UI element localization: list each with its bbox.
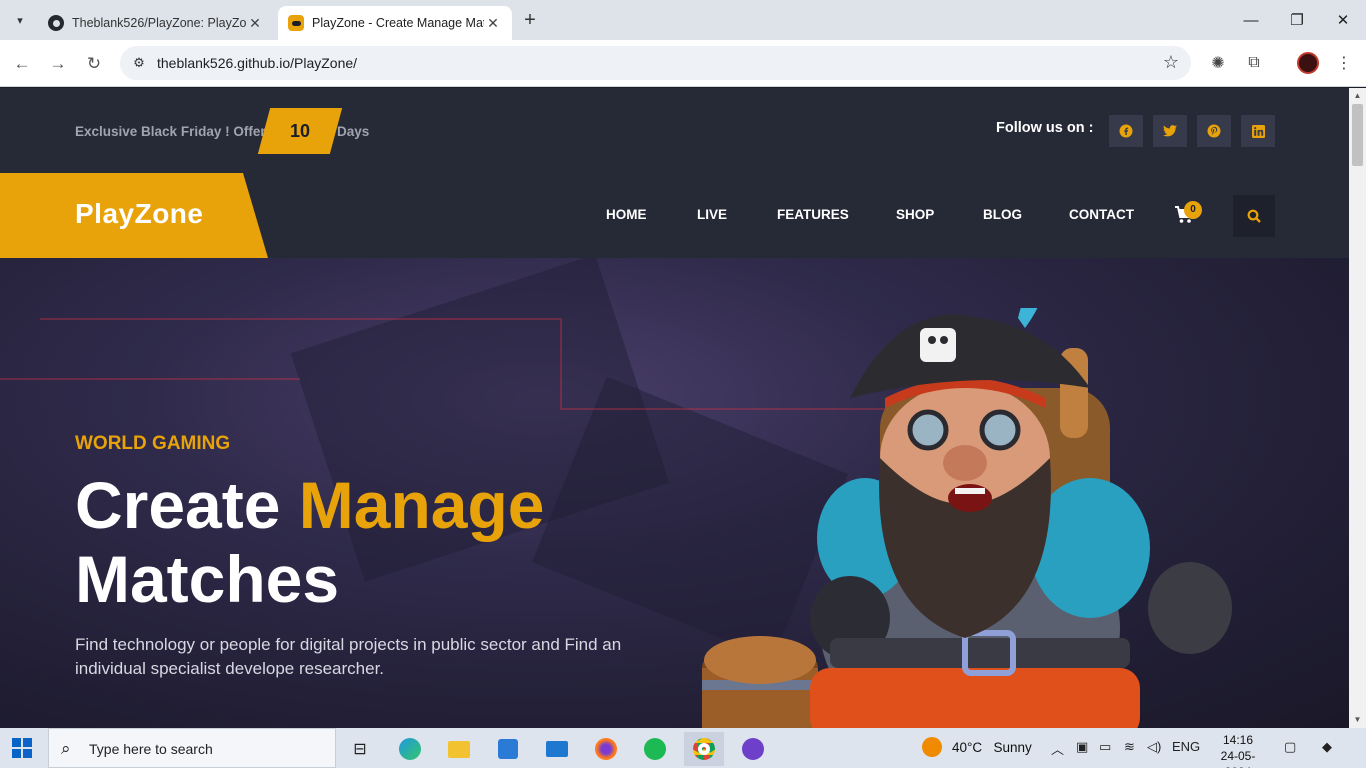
hero-bg-line — [0, 378, 300, 380]
gamepad-icon — [288, 15, 304, 31]
extensions-puzzle-icon[interactable]: ⧉ — [1242, 51, 1266, 75]
scroll-thumb[interactable] — [1352, 104, 1363, 166]
hero-subtitle: WORLD GAMING — [75, 433, 231, 454]
battery-icon[interactable]: ▭ — [1099, 739, 1111, 755]
nav-blog[interactable]: BLOG — [983, 207, 1022, 222]
weather-temperature[interactable]: 40°C Sunny — [952, 740, 1032, 755]
hero-title-part1: Create — [75, 468, 299, 542]
facebook-icon[interactable] — [1109, 115, 1143, 147]
volume-icon[interactable]: ◁) — [1147, 739, 1161, 755]
nav-shop[interactable]: SHOP — [896, 207, 934, 222]
close-window-icon[interactable]: ✕ — [1320, 0, 1366, 40]
show-hidden-icons-chevron-icon[interactable]: ︿ — [1051, 739, 1064, 758]
nav-contact[interactable]: CONTACT — [1069, 207, 1134, 222]
spotify-icon[interactable] — [635, 732, 675, 766]
pinterest-icon[interactable] — [1197, 115, 1231, 147]
github-desktop-icon[interactable] — [733, 732, 773, 766]
hero-title-part2: Matches — [75, 542, 340, 616]
extension-sync-icon[interactable]: ✺ — [1206, 51, 1230, 75]
days-label: Days — [337, 124, 370, 139]
hero-title: Create Manage Matches — [75, 468, 545, 616]
linkedin-icon[interactable] — [1241, 115, 1275, 147]
scroll-down-arrow[interactable]: ▼ — [1349, 712, 1366, 728]
search-icon[interactable] — [1233, 195, 1275, 237]
reload-icon[interactable]: ↻ — [80, 50, 108, 78]
hero-title-accent: Manage — [298, 468, 545, 542]
task-view-icon[interactable]: ⊟ — [340, 732, 380, 766]
offer-text: Exclusive Black Friday ! Offer — [75, 124, 266, 139]
taskbar-search-box[interactable]: ⌕ Type here to search — [48, 728, 336, 768]
meet-now-icon[interactable]: ▣ — [1076, 739, 1088, 755]
weather-sun-icon[interactable] — [922, 737, 942, 757]
mail-icon[interactable] — [537, 732, 577, 766]
url-field[interactable]: ⚙ theblank526.github.io/PlayZone/ ☆ — [120, 46, 1191, 80]
github-icon — [48, 15, 64, 31]
site-logo[interactable]: PlayZone — [75, 198, 203, 230]
hero-bg-line — [40, 318, 560, 320]
firefox-icon[interactable] — [586, 732, 626, 766]
bookmark-star-icon[interactable]: ☆ — [1163, 52, 1179, 73]
back-icon[interactable]: ← — [8, 50, 36, 78]
hero-description: Find technology or people for digital pr… — [75, 635, 622, 678]
wifi-icon[interactable]: ≋ — [1124, 739, 1135, 755]
nav-features[interactable]: FEATURES — [777, 207, 849, 222]
url-text: theblank526.github.io/PlayZone/ — [157, 55, 358, 71]
tab-github[interactable]: Theblank526/PlayZone: PlayZone ✕ — [38, 6, 274, 40]
hero-bg-line — [560, 318, 562, 408]
hero-section: WORLD GAMING Create Manage Matches Find … — [0, 258, 1349, 728]
web-page: Exclusive Black Friday ! Offer 10 Days F… — [0, 88, 1349, 728]
site-info-icon[interactable]: ⚙ — [130, 54, 148, 72]
more-menu-icon[interactable]: ⋮ — [1332, 51, 1356, 75]
forward-icon[interactable]: → — [44, 50, 72, 78]
notification-icon[interactable]: ▢ — [1284, 739, 1296, 755]
microsoft-store-icon[interactable] — [488, 732, 528, 766]
pirate-character-illustration — [702, 308, 1232, 728]
new-tab-button[interactable]: + — [518, 9, 542, 33]
close-icon[interactable]: ✕ — [484, 15, 502, 32]
weather-temp: 40°C — [952, 740, 983, 755]
nav-home[interactable]: HOME — [606, 207, 647, 222]
scroll-up-arrow[interactable]: ▲ — [1349, 88, 1366, 104]
windows-taskbar: ⌕ Type here to search ⊟ 40°C Sunny ︿ ▣ ▭… — [0, 728, 1366, 768]
tab-title: Theblank526/PlayZone: PlayZone — [72, 16, 246, 30]
tab-title: PlayZone - Create Manage Matches — [312, 16, 484, 30]
restore-icon[interactable]: ❐ — [1274, 0, 1320, 40]
chrome-icon[interactable] — [684, 732, 724, 766]
search-icon: ⌕ — [61, 739, 71, 758]
file-explorer-icon[interactable] — [439, 732, 479, 766]
tab-search-button[interactable]: ▾ — [6, 8, 34, 32]
minimize-icon[interactable]: ― — [1228, 0, 1274, 40]
windows-start-icon[interactable] — [12, 738, 34, 758]
clock-date: 24-05-2024 — [1220, 749, 1256, 768]
tab-playzone[interactable]: PlayZone - Create Manage Matches ✕ — [278, 6, 512, 40]
page-scrollbar[interactable]: ▲ ▼ — [1349, 88, 1366, 728]
weather-desc: Sunny — [993, 740, 1032, 755]
copilot-icon[interactable]: ◆ — [1322, 739, 1332, 755]
cart-count-badge: 0 — [1184, 201, 1202, 219]
language-indicator[interactable]: ENG — [1172, 739, 1200, 754]
taskbar-search-placeholder: Type here to search — [89, 741, 213, 757]
profile-avatar[interactable] — [1297, 52, 1319, 74]
edge-icon[interactable] — [390, 732, 430, 766]
system-clock[interactable]: 14:16 24-05-2024 — [1208, 732, 1268, 768]
follow-us-label: Follow us on : — [996, 120, 1094, 136]
address-bar: ← → ↻ ⚙ theblank526.github.io/PlayZone/ … — [0, 40, 1366, 87]
clock-time: 14:16 — [1222, 733, 1254, 747]
close-icon[interactable]: ✕ — [246, 15, 264, 32]
days-number: 10 — [289, 121, 311, 141]
twitter-icon[interactable] — [1153, 115, 1187, 147]
browser-tab-bar: ▾ Theblank526/PlayZone: PlayZone ✕ PlayZ… — [0, 0, 1366, 40]
nav-live[interactable]: LIVE — [697, 207, 727, 222]
